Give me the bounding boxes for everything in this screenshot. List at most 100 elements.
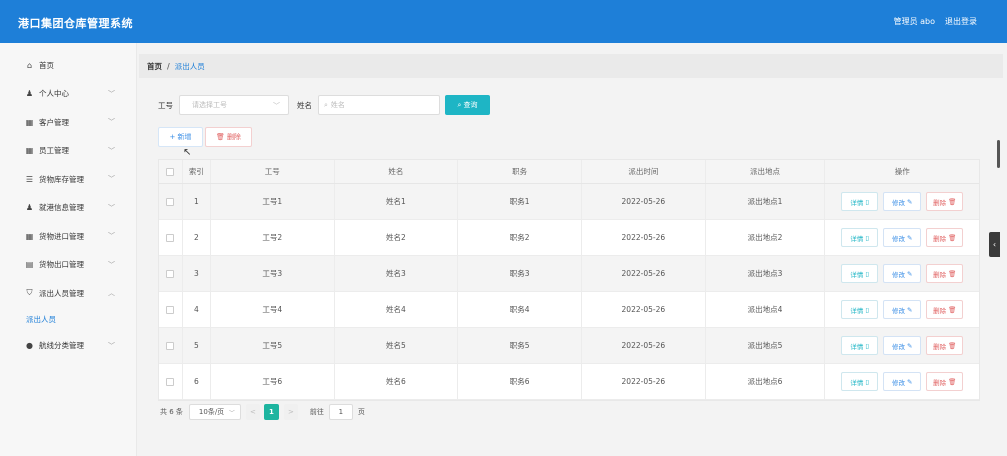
- row-select-cell[interactable]: [159, 364, 183, 399]
- user-name[interactable]: 管理员 abo: [894, 16, 935, 27]
- view-button[interactable]: 详情 ▯: [841, 192, 879, 211]
- header-actions: 操作: [894, 167, 910, 176]
- home-icon: ⌂: [26, 60, 33, 70]
- edit-button[interactable]: 修改 ✎: [883, 300, 922, 319]
- edit-label: 修改: [891, 234, 905, 243]
- page-number-current[interactable]: 1: [263, 404, 279, 420]
- cell-place: 派出地点2: [706, 220, 826, 255]
- sidebar-item-6[interactable]: ▦ 货物进口管理 ﹀: [0, 222, 136, 251]
- grid-icon: ▦: [25, 146, 34, 156]
- edit-label: 修改: [891, 270, 905, 279]
- view-button[interactable]: 详情 ▯: [841, 228, 879, 247]
- chevron-down-icon: ﹀: [108, 232, 115, 240]
- row-delete-button[interactable]: 删除 🗑: [926, 372, 964, 391]
- row-delete-label: 删除: [933, 378, 947, 387]
- trash-icon: 🗑: [948, 377, 957, 386]
- edit-button[interactable]: 修改 ✎: [883, 372, 922, 391]
- row-delete-button[interactable]: 删除 🗑: [926, 228, 964, 247]
- page-size-select[interactable]: 10条/页 ﹀: [188, 404, 241, 420]
- view-button[interactable]: 详情 ▯: [841, 264, 879, 283]
- row-select-cell[interactable]: [159, 184, 183, 219]
- goto-page-input[interactable]: 1: [328, 404, 353, 420]
- logout-link[interactable]: 退出登录: [945, 16, 977, 27]
- row-checkbox[interactable]: [166, 341, 175, 350]
- row-delete-button[interactable]: 删除 🗑: [926, 192, 964, 211]
- edit-button[interactable]: 修改 ✎: [883, 336, 922, 355]
- view-label: 详情: [850, 306, 864, 315]
- row-checkbox[interactable]: [166, 233, 175, 242]
- document-icon: ▯: [865, 341, 869, 350]
- edit-label: 修改: [891, 378, 905, 387]
- page-size-value: 10条/页: [198, 408, 225, 416]
- pencil-icon: ✎: [906, 233, 913, 242]
- row-delete-button[interactable]: 删除 🗑: [926, 300, 964, 319]
- sidebar-item-label: 员工管理: [39, 146, 69, 156]
- view-button[interactable]: 详情 ▯: [841, 300, 879, 319]
- jobno-select[interactable]: 请选择工号 ﹀: [179, 95, 289, 115]
- view-button[interactable]: 详情 ▯: [841, 336, 879, 355]
- search-icon: ⌕: [457, 100, 462, 109]
- row-checkbox[interactable]: [166, 269, 175, 278]
- cell-index: 2: [183, 220, 211, 255]
- sidebar-item-5[interactable]: ♟ 就港信息管理 ﹀: [0, 194, 136, 223]
- row-checkbox[interactable]: [166, 197, 175, 206]
- sidebar-item-8[interactable]: ⛉ 派出人员管理 ︿: [0, 279, 136, 308]
- pencil-icon: ✎: [906, 341, 913, 350]
- sidebar-item-2[interactable]: ▦ 客户管理 ﹀: [0, 108, 136, 137]
- sidebar-item-label: 派出人员管理: [39, 288, 84, 298]
- row-checkbox[interactable]: [166, 305, 175, 314]
- select-all-cell[interactable]: [159, 160, 183, 183]
- edit-button[interactable]: 修改 ✎: [883, 264, 922, 283]
- edit-button[interactable]: 修改 ✎: [883, 228, 922, 247]
- chevron-left-icon[interactable]: ‹: [989, 232, 1000, 257]
- row-checkbox[interactable]: [166, 377, 175, 386]
- breadcrumb-home[interactable]: 首页: [147, 61, 162, 72]
- sidebar-item-0[interactable]: ⌂ 首页: [0, 51, 136, 80]
- search-icon: ⌕: [324, 100, 328, 109]
- cell-name: 姓名4: [335, 292, 459, 327]
- row-select-cell[interactable]: [159, 220, 183, 255]
- row-select-cell[interactable]: [159, 292, 183, 327]
- sidebar-item-label: 货物出口管理: [39, 260, 84, 270]
- search-button-label: 查询: [463, 101, 478, 109]
- cell-name: 姓名1: [335, 184, 459, 219]
- sidebar-item-1[interactable]: ♟ 个人中心 ﹀: [0, 80, 136, 109]
- location-icon: ●: [26, 341, 33, 351]
- sidebar-item-label: 客户管理: [39, 117, 69, 127]
- sidebar-subitem-dispatched-staff[interactable]: 派出人员: [0, 308, 136, 332]
- sidebar-item-route-category[interactable]: ● 航线分类管理 ﹀: [0, 332, 136, 361]
- view-button[interactable]: 详情 ▯: [841, 372, 879, 391]
- row-select-cell[interactable]: [159, 256, 183, 291]
- cell-time: 2022-05-26: [582, 220, 706, 255]
- trash-icon: 🗑: [948, 269, 957, 278]
- select-all-checkbox[interactable]: [166, 167, 175, 176]
- cell-index: 4: [183, 292, 211, 327]
- add-button[interactable]: + 新增: [158, 127, 203, 147]
- edit-button[interactable]: 修改 ✎: [883, 192, 922, 211]
- name-input[interactable]: ⌕ 姓名: [318, 95, 440, 115]
- row-select-cell[interactable]: [159, 328, 183, 363]
- search-button[interactable]: ⌕ 查询: [445, 95, 490, 115]
- document-icon: ▯: [865, 197, 869, 206]
- jobno-label: 工号: [158, 100, 173, 110]
- sidebar-item-label: 货物进口管理: [39, 231, 84, 241]
- cell-duty: 职务4: [458, 292, 582, 327]
- trash-icon: 🗑: [216, 133, 225, 141]
- scrollbar[interactable]: [997, 140, 1000, 168]
- row-delete-button[interactable]: 删除 🗑: [926, 336, 964, 355]
- sidebar-item-4[interactable]: ☰ 货物库存管理 ﹀: [0, 165, 136, 194]
- cell-place: 派出地点6: [706, 364, 826, 399]
- edit-label: 修改: [891, 198, 905, 207]
- sidebar-item-7[interactable]: ▤ 货物出口管理 ﹀: [0, 251, 136, 280]
- pagination: 共 6 条 10条/页 ﹀ < 1 > 前往 1 页: [160, 404, 365, 420]
- mouse-cursor-icon: ↖: [183, 147, 192, 158]
- next-page-button[interactable]: >: [283, 404, 298, 420]
- sidebar-item-3[interactable]: ▦ 员工管理 ﹀: [0, 137, 136, 166]
- cell-time: 2022-05-26: [582, 256, 706, 291]
- user-area: 管理员 abo 退出登录: [894, 16, 977, 27]
- view-label: 详情: [850, 342, 864, 351]
- prev-page-button[interactable]: <: [245, 404, 260, 420]
- cell-jobno: 工号1: [211, 184, 335, 219]
- row-delete-button[interactable]: 删除 🗑: [926, 264, 964, 283]
- delete-button[interactable]: 🗑 删除: [205, 127, 252, 147]
